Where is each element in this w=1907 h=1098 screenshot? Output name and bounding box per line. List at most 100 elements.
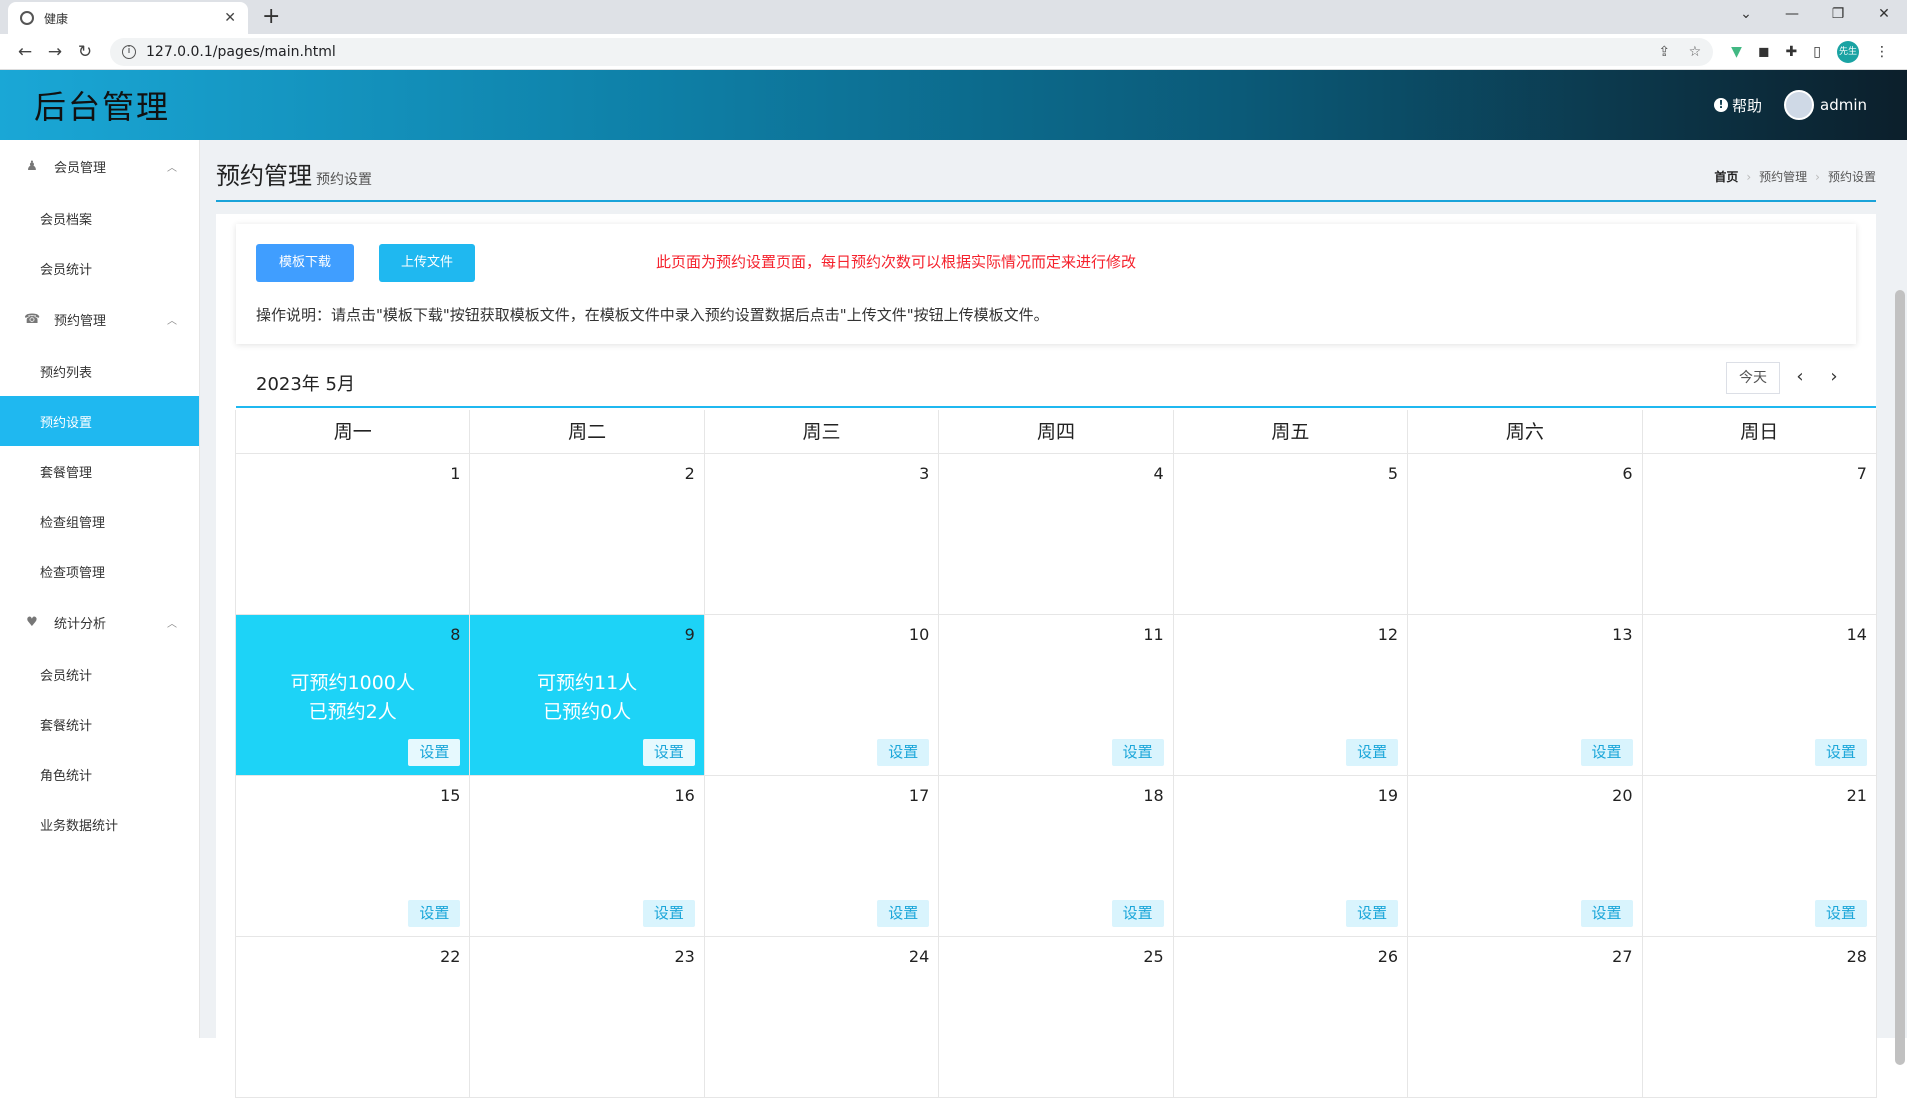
- template-download-button[interactable]: 模板下载: [256, 244, 354, 282]
- chevron-down-icon[interactable]: ⌄: [1723, 0, 1769, 30]
- sidebar-item-member-records[interactable]: 会员档案: [0, 193, 199, 243]
- minimize-button[interactable]: —: [1769, 0, 1815, 30]
- calendar-day[interactable]: 21 设置: [1642, 776, 1877, 937]
- extension-icon[interactable]: ◼: [1758, 44, 1770, 60]
- booking-stats: 可预约11人 已预约0人: [470, 669, 703, 727]
- day-number: 9: [684, 625, 695, 644]
- close-window-button[interactable]: ✕: [1861, 0, 1907, 30]
- calendar-day[interactable]: 18 设置: [939, 776, 1174, 937]
- back-button[interactable]: ←: [10, 42, 40, 62]
- day-number: 4: [1153, 464, 1164, 483]
- sidebar-group-members[interactable]: ♟ 会员管理 ︿: [0, 140, 199, 193]
- weekday-header: 周一: [236, 410, 471, 454]
- help-link[interactable]: 帮助: [1732, 95, 1762, 116]
- calendar-day[interactable]: 12 设置: [1173, 615, 1409, 776]
- vue-icon[interactable]: ▼: [1731, 44, 1742, 60]
- calendar-day[interactable]: 26: [1173, 937, 1409, 1098]
- sidebar-item-business-statistics[interactable]: 业务数据统计: [0, 799, 199, 849]
- set-button[interactable]: 设置: [877, 739, 930, 766]
- avatar[interactable]: [1784, 90, 1814, 120]
- calendar-day[interactable]: 24: [704, 937, 940, 1098]
- calendar-day[interactable]: 19 设置: [1173, 776, 1409, 937]
- help-icon[interactable]: !: [1713, 98, 1728, 112]
- week-row: 8 可预约1000人 已预约2人 设置 9 可预约11人 已预约0人 设置 10 设置 11 设置 12…: [235, 615, 1877, 776]
- calendar-day[interactable]: 22: [236, 937, 471, 1098]
- sidebar-item-role-statistics[interactable]: 角色统计: [0, 749, 199, 799]
- calendar-day[interactable]: 16 设置: [470, 776, 705, 937]
- forward-button[interactable]: →: [40, 42, 70, 62]
- new-tab-button[interactable]: +: [262, 4, 280, 29]
- sidebar-item-package-management[interactable]: 套餐管理: [0, 446, 199, 496]
- breadcrumb-home[interactable]: 首页: [1714, 170, 1738, 184]
- url-box[interactable]: i 127.0.0.1/pages/main.html ⇪ ☆: [110, 37, 1714, 66]
- puzzle-icon[interactable]: ✚: [1786, 44, 1798, 60]
- calendar-day[interactable]: 5: [1173, 454, 1409, 615]
- calendar-day[interactable]: 13 设置: [1408, 615, 1643, 776]
- calendar-day[interactable]: 11 设置: [939, 615, 1174, 776]
- set-button[interactable]: 设置: [1814, 739, 1867, 766]
- calendar-day[interactable]: 17 设置: [704, 776, 940, 937]
- today-button[interactable]: 今天: [1726, 362, 1780, 394]
- calendar-day[interactable]: 3: [704, 454, 940, 615]
- calendar-day[interactable]: 25: [939, 937, 1174, 1098]
- calendar-day[interactable]: 10 设置: [704, 615, 940, 776]
- set-button[interactable]: 设置: [642, 900, 695, 927]
- sidebar-group-appointments[interactable]: ☎ 预约管理 ︿: [0, 293, 199, 346]
- calendar-day[interactable]: 6: [1408, 454, 1643, 615]
- set-button[interactable]: 设置: [1111, 900, 1164, 927]
- calendar-day[interactable]: 8 可预约1000人 已预约2人 设置: [236, 615, 471, 776]
- page-title: 预约管理 预约设置: [216, 156, 372, 191]
- day-number: 24: [908, 947, 930, 966]
- profile-avatar[interactable]: 先生: [1837, 40, 1859, 63]
- browser-tab[interactable]: 健康 ✕: [8, 2, 248, 34]
- star-icon[interactable]: ☆: [1689, 44, 1702, 60]
- address-bar: ← → ↻ i 127.0.0.1/pages/main.html ⇪ ☆ ▼ …: [0, 34, 1907, 70]
- calendar-grid: 周一 周二 周三 周四 周五 周六 周日 1 2 3 4 5 6 7 8 可预约1000人 已预约2人 设置 9 可预…: [235, 410, 1877, 1098]
- set-button[interactable]: 设置: [1346, 900, 1399, 927]
- share-icon[interactable]: ⇪: [1658, 44, 1670, 60]
- breadcrumb-item[interactable]: 预约管理: [1759, 170, 1807, 184]
- sidebar-item-appointment-list[interactable]: 预约列表: [0, 346, 199, 396]
- calendar-day[interactable]: 1: [236, 454, 471, 615]
- set-button[interactable]: 设置: [408, 739, 461, 766]
- day-number: 11: [1143, 625, 1164, 644]
- calendar-day[interactable]: 27: [1408, 937, 1643, 1098]
- sidebar-item-appointment-settings[interactable]: 预约设置: [0, 396, 199, 446]
- set-button[interactable]: 设置: [1580, 900, 1633, 927]
- upload-file-button[interactable]: 上传文件: [379, 244, 475, 282]
- reload-button[interactable]: ↻: [70, 42, 100, 62]
- calendar-day[interactable]: 9 可预约11人 已预约0人设置: [470, 615, 705, 776]
- sidepanel-icon[interactable]: ▯: [1813, 44, 1821, 60]
- calendar-day[interactable]: 2: [470, 454, 705, 615]
- set-button[interactable]: 设置: [408, 900, 461, 927]
- sidebar-item-checkitem-management[interactable]: 检查项管理: [0, 546, 199, 596]
- day-number: 3: [919, 464, 930, 483]
- sidebar-item-member-stats[interactable]: 会员统计: [0, 243, 199, 293]
- close-icon[interactable]: ✕: [224, 10, 236, 26]
- set-button[interactable]: 设置: [1580, 739, 1633, 766]
- sidebar-item-member-statistics[interactable]: 会员统计: [0, 649, 199, 699]
- menu-icon[interactable]: ⋮: [1875, 44, 1889, 60]
- sidebar-group-statistics[interactable]: ♥ 统计分析 ︿: [0, 596, 199, 649]
- calendar-day[interactable]: 23: [470, 937, 705, 1098]
- sidebar-item-package-statistics[interactable]: 套餐统计: [0, 699, 199, 749]
- calendar-day[interactable]: 14 设置: [1642, 615, 1877, 776]
- day-number: 28: [1846, 947, 1867, 966]
- info-icon[interactable]: i: [122, 44, 136, 59]
- sidebar-item-checkgroup-management[interactable]: 检查组管理: [0, 496, 199, 546]
- set-button[interactable]: 设置: [1111, 739, 1164, 766]
- scrollbar[interactable]: [1895, 290, 1905, 1065]
- calendar-day[interactable]: 28: [1642, 937, 1877, 1098]
- restore-button[interactable]: ❐: [1815, 0, 1861, 30]
- prev-month-button[interactable]: ‹: [1786, 362, 1814, 394]
- next-month-button[interactable]: ›: [1820, 362, 1848, 394]
- set-button[interactable]: 设置: [877, 900, 930, 927]
- set-button[interactable]: 设置: [1346, 739, 1399, 766]
- set-button[interactable]: 设置: [642, 739, 695, 766]
- calendar-day[interactable]: 20 设置: [1408, 776, 1643, 937]
- calendar-day[interactable]: 4: [939, 454, 1174, 615]
- set-button[interactable]: 设置: [1814, 900, 1867, 927]
- calendar-day[interactable]: 15 设置: [236, 776, 471, 937]
- calendar-day[interactable]: 7: [1642, 454, 1877, 615]
- user-name[interactable]: admin: [1820, 96, 1867, 114]
